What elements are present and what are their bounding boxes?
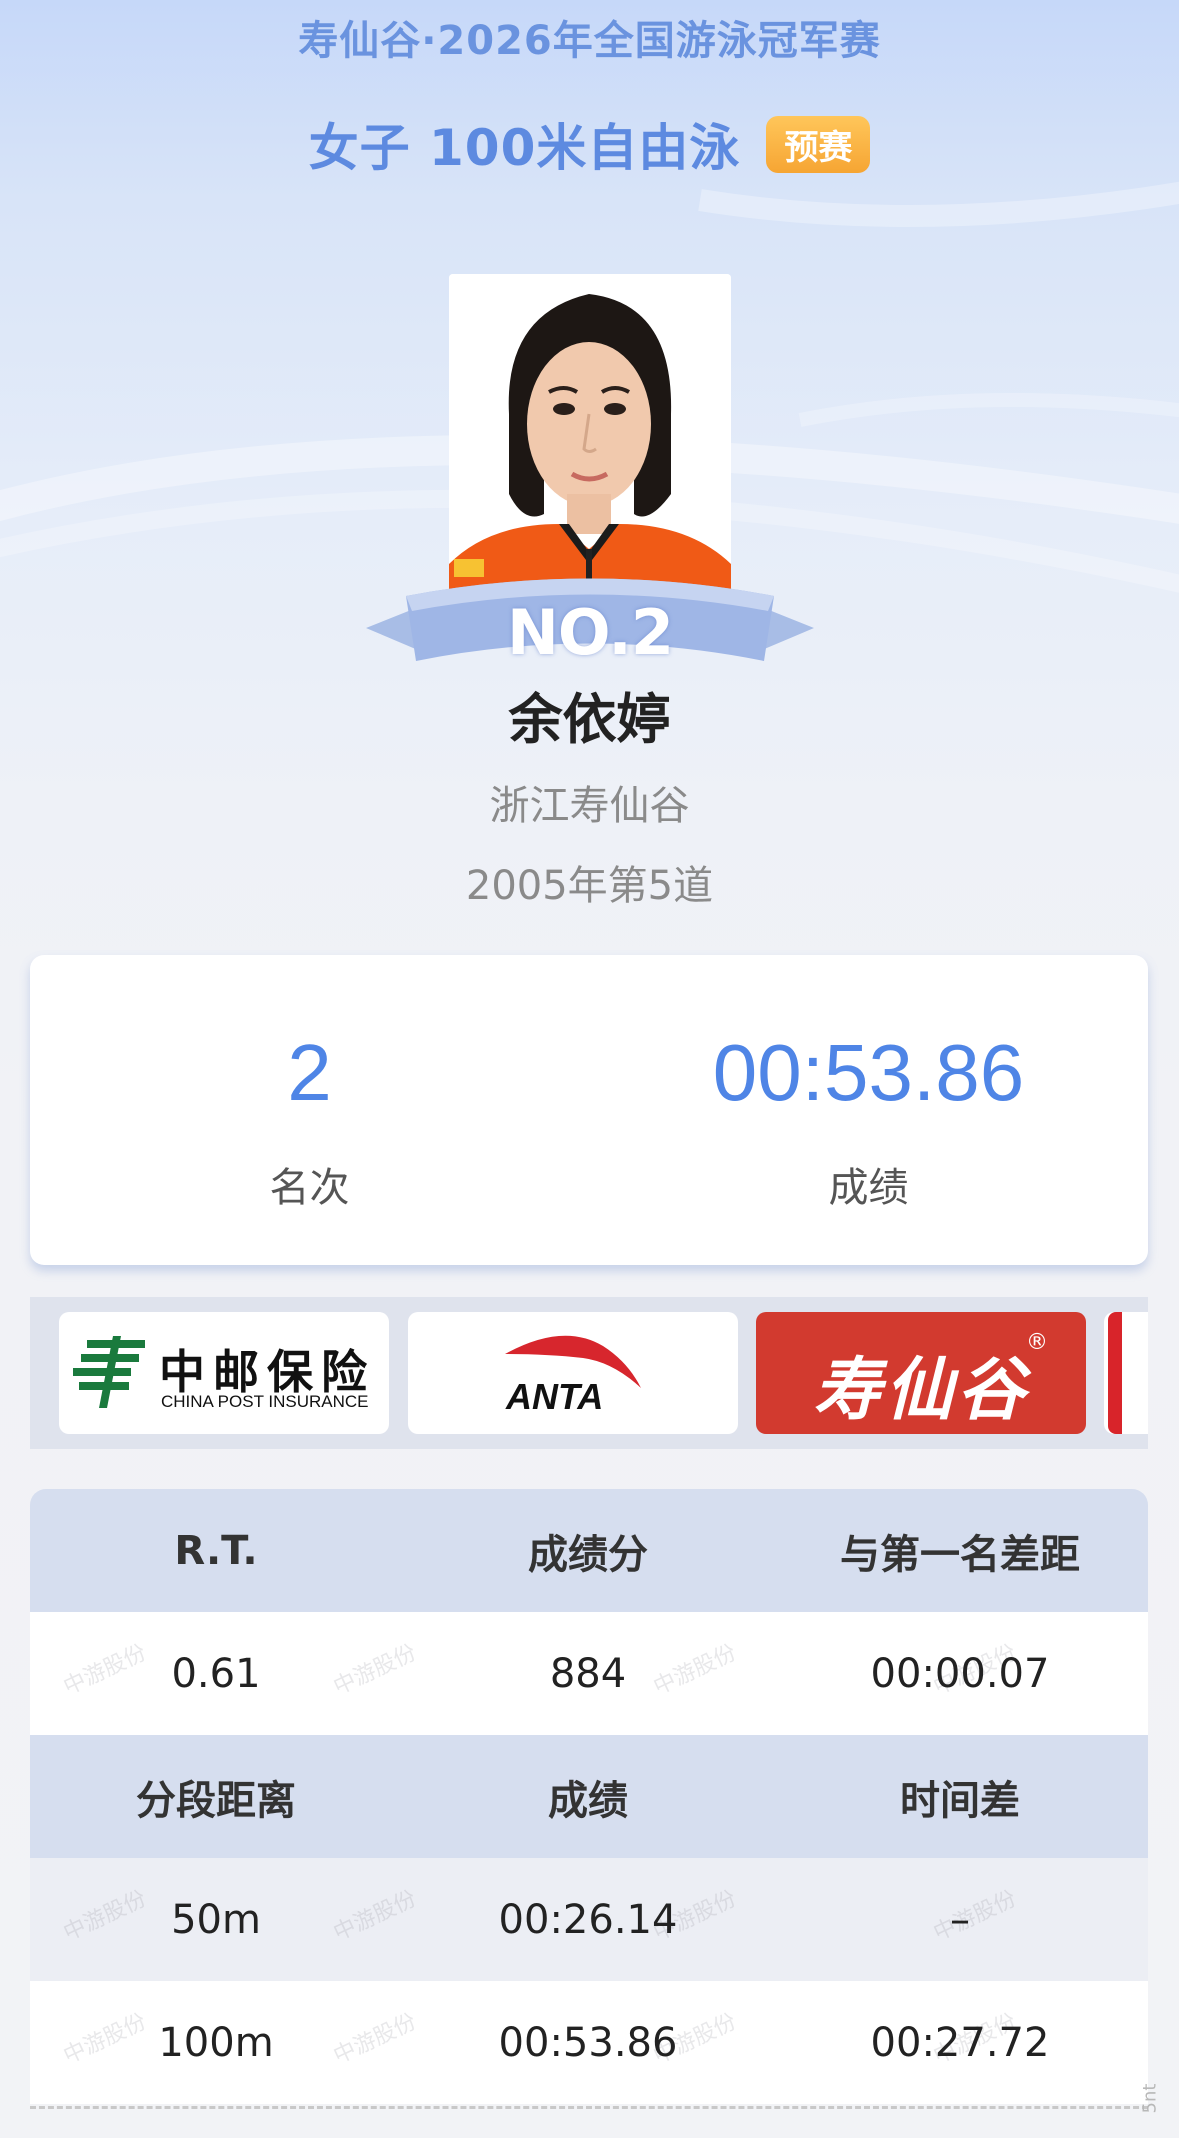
registered-mark: ® bbox=[1026, 1330, 1048, 1355]
sponsor-cpi-english: CHINA POST INSURANCE bbox=[161, 1392, 369, 1411]
table-header-row: R.T. 成绩分 与第一名差距 bbox=[30, 1489, 1148, 1612]
athlete-lane-info: 2005年第5道 bbox=[465, 863, 714, 909]
split-diff: 00:27.72 bbox=[870, 2019, 1050, 2066]
rank-ribbon-label: NO.2 bbox=[507, 596, 674, 669]
rank-label: 名次 bbox=[269, 1165, 350, 1211]
sponsor-next-partial[interactable] bbox=[1104, 1312, 1148, 1434]
header-score-points: 成绩分 bbox=[528, 1531, 648, 1578]
sponsor-china-post-insurance[interactable]: 中邮保险 CHINA POST INSURANCE bbox=[59, 1312, 389, 1434]
value-gap-to-first: 00:00.07 bbox=[870, 1650, 1050, 1697]
athlete-team: 浙江寿仙谷 bbox=[489, 783, 690, 829]
table-row: 中游股份 中游股份 中游股份 中游股份 50m 00:26.14 – bbox=[30, 1858, 1148, 1981]
china-post-logo-icon bbox=[73, 1336, 145, 1408]
header-split-distance: 分段距离 bbox=[136, 1777, 296, 1824]
header-gap-to-first: 与第一名差距 bbox=[840, 1531, 1080, 1578]
table-row: 中游股份 中游股份 中游股份 中游股份 0.61 884 00:00.07 bbox=[30, 1612, 1148, 1735]
value-score-points: 884 bbox=[549, 1650, 627, 1697]
event-subtitle: 女子 100米自由泳 预赛 bbox=[0, 108, 1179, 180]
table-header-row: 分段距离 成绩 时间差 bbox=[30, 1735, 1148, 1858]
event-title: 寿仙谷·2026年全国游泳冠军赛 bbox=[298, 18, 881, 64]
athlete-name: 余依婷 bbox=[508, 688, 671, 751]
sponsor-anta[interactable]: ANTA bbox=[408, 1312, 738, 1434]
header-time-diff: 时间差 bbox=[900, 1777, 1020, 1824]
header-split-time: 成绩 bbox=[548, 1777, 628, 1824]
time-column: 00:53.86 成绩 bbox=[589, 955, 1148, 1265]
split-distance: 50m bbox=[171, 1896, 261, 1943]
sponsor-anta-text: ANTA bbox=[506, 1376, 604, 1417]
athlete-photo bbox=[449, 274, 731, 604]
stats-table: R.T. 成绩分 与第一名差距 中游股份 中游股份 中游股份 中游股份 0.61… bbox=[30, 1489, 1148, 2104]
bottom-divider bbox=[30, 2106, 1148, 2109]
stage-badge: 预赛 bbox=[766, 115, 871, 173]
event-name: 女子 100米自由泳 bbox=[308, 119, 741, 177]
split-time: 00:26.14 bbox=[498, 1896, 678, 1943]
split-distance: 100m bbox=[158, 2019, 274, 2066]
score-card: 2 名次 00:53.86 成绩 bbox=[30, 955, 1148, 1265]
next-sponsor-edge bbox=[1108, 1312, 1122, 1434]
rank-column: 2 名次 bbox=[30, 955, 589, 1265]
value-rt: 0.61 bbox=[171, 1650, 261, 1697]
sponsor-carousel[interactable]: 中邮保险 CHINA POST INSURANCE ANTA 寿仙谷 ® bbox=[30, 1297, 1148, 1449]
header-rt: R.T. bbox=[174, 1527, 258, 1574]
split-time: 00:53.86 bbox=[498, 2019, 678, 2066]
split-diff: – bbox=[950, 1896, 970, 1943]
rank-value: 2 bbox=[287, 1028, 332, 1117]
time-value: 00:53.86 bbox=[712, 1028, 1025, 1117]
time-label: 成绩 bbox=[828, 1165, 909, 1211]
sponsor-shouxiangu[interactable]: 寿仙谷 ® bbox=[756, 1312, 1086, 1434]
table-row: 中游股份 中游股份 中游股份 中游股份 100m 00:53.86 00:27.… bbox=[30, 1981, 1148, 2104]
